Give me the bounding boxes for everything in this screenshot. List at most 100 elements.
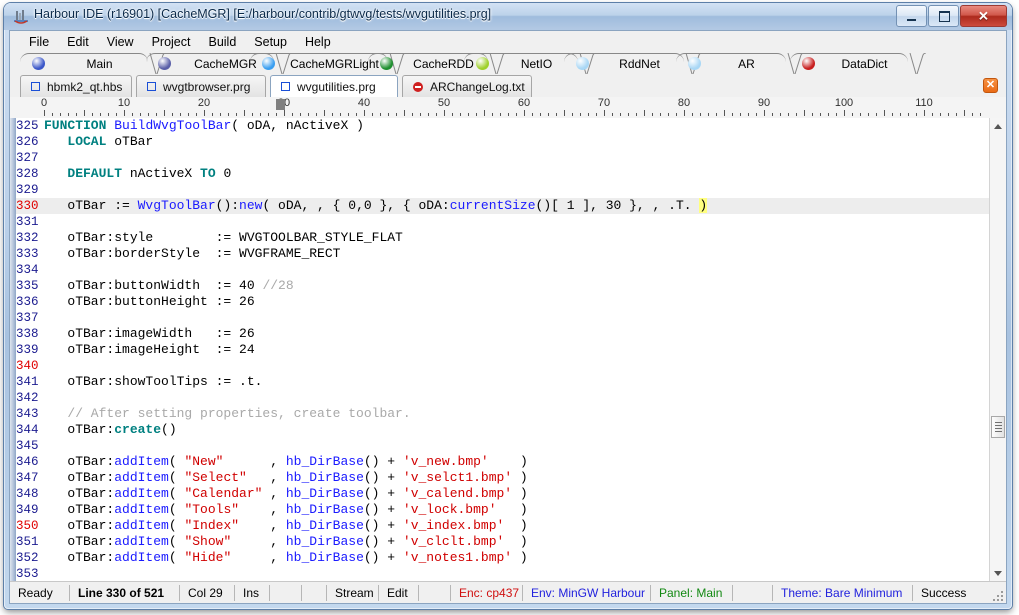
code-line[interactable]: 348 oTBar:addItem( "Calendar" , hb_DirBa… (16, 486, 990, 502)
scrollbar-thumb[interactable] (991, 416, 1005, 439)
code-line[interactable]: 332 oTBar:style := WVGTOOLBAR_STYLE_FLAT (16, 230, 990, 246)
project-tab-cachemgr[interactable]: CacheMGR (158, 53, 276, 74)
code-line-text: oTBar:addItem( "Calendar" , hb_DirBase()… (44, 486, 528, 501)
scroll-down-button[interactable] (990, 565, 1006, 581)
ruler-tick (444, 110, 445, 116)
ruler-tick (348, 113, 349, 116)
ruler-label: 90 (757, 97, 771, 109)
line-number: 334 (16, 263, 39, 277)
line-number: 346 (16, 455, 39, 469)
code-line[interactable]: 352 oTBar:addItem( "Hide" , hb_DirBase()… (16, 550, 990, 566)
file-tab-wvgtbrowser-prg[interactable]: wvgtbrowser.prg (136, 75, 266, 97)
code-line-text: oTBar:style := WVGTOOLBAR_STYLE_FLAT (44, 230, 403, 245)
code-text-area[interactable]: 325 FUNCTION BuildWvgToolBar( oDA, nActiv… (16, 118, 990, 581)
project-status-bulb-icon (476, 57, 489, 70)
title-bar[interactable]: Harbour IDE (r16901) [CacheMGR] [E:/harb… (4, 3, 1012, 30)
code-line[interactable]: 344 oTBar:create() (16, 422, 990, 438)
project-tab-netio[interactable]: NetIO (476, 53, 580, 74)
code-line[interactable]: 326 LOCAL oTBar (16, 134, 990, 150)
ruler-tick (460, 113, 461, 116)
project-tab-datadict[interactable]: DataDict (802, 53, 910, 74)
code-line[interactable]: 351 oTBar:addItem( "Show" , hb_DirBase()… (16, 534, 990, 550)
menu-item-help[interactable]: Help (296, 33, 340, 51)
code-line[interactable]: 342 (16, 390, 990, 406)
scroll-up-button[interactable] (990, 118, 1006, 134)
code-line[interactable]: 325 FUNCTION BuildWvgToolBar( oDA, nActiv… (16, 118, 990, 134)
line-number: 330 (16, 199, 39, 213)
code-line[interactable]: 327 (16, 150, 990, 166)
project-tab-rddnet[interactable]: RddNet (576, 53, 686, 74)
code-line[interactable]: 347 oTBar:addItem( "Select" , hb_DirBase… (16, 470, 990, 486)
file-tab-hbmk2-qt-hbs[interactable]: hbmk2_qt.hbs (20, 75, 132, 97)
code-line[interactable]: 349 oTBar:addItem( "Tools" , hb_DirBase(… (16, 502, 990, 518)
code-line[interactable]: 346 oTBar:addItem( "New" , hb_DirBase() … (16, 454, 990, 470)
ruler-tick (724, 110, 725, 116)
maximize-button[interactable] (928, 5, 959, 27)
code-line[interactable]: 330 oTBar := WvgToolBar():new( oDA, , { … (16, 198, 990, 214)
ruler-tick (620, 113, 621, 116)
line-number: 328 (16, 167, 39, 181)
line-number: 331 (16, 215, 39, 229)
code-line-text: oTBar:showToolTips := .t. (44, 374, 263, 389)
file-tab-wvgutilities-prg[interactable]: wvgutilities.prg (270, 75, 398, 97)
ruler-tick (220, 113, 221, 116)
status-col-29: Col 29 (180, 584, 235, 601)
menu-item-file[interactable]: File (20, 33, 58, 51)
project-tab-cacherdd[interactable]: CacheRDD (380, 53, 490, 74)
ruler-tick (564, 110, 565, 116)
code-line[interactable]: 341 oTBar:showToolTips := .t. (16, 374, 990, 390)
line-number: 343 (16, 407, 39, 421)
code-line[interactable]: 337 (16, 310, 990, 326)
code-line[interactable]: 338 oTBar:imageWidth := 26 (16, 326, 990, 342)
code-line[interactable]: 333 oTBar:borderStyle := WVGFRAME_RECT (16, 246, 990, 262)
status-spacer (302, 584, 327, 601)
menu-item-view[interactable]: View (98, 33, 143, 51)
project-tab-label: CacheMGR (194, 56, 257, 71)
resize-grip-icon[interactable] (991, 589, 1003, 601)
ruler-tick (836, 113, 837, 116)
status-spacer (419, 584, 451, 601)
vertical-scrollbar[interactable] (989, 118, 1006, 581)
menu-item-edit[interactable]: Edit (58, 33, 98, 51)
project-status-bulb-icon (262, 57, 275, 70)
ruler-tick (756, 113, 757, 116)
code-line[interactable]: 336 oTBar:buttonHeight := 26 (16, 294, 990, 310)
code-line[interactable]: 339 oTBar:imageHeight := 24 (16, 342, 990, 358)
menu-item-build[interactable]: Build (199, 33, 245, 51)
ruler-tick (828, 113, 829, 116)
code-line[interactable]: 350 oTBar:addItem( "Index" , hb_DirBase(… (16, 518, 990, 534)
ruler-tick (476, 113, 477, 116)
project-status-bulb-icon (576, 57, 589, 70)
line-number: 337 (16, 311, 39, 325)
code-editor[interactable]: 325 FUNCTION BuildWvgToolBar( oDA, nActiv… (10, 118, 1006, 581)
ruler-tick (916, 113, 917, 116)
code-line[interactable]: 345 (16, 438, 990, 454)
code-line[interactable]: 328 DEFAULT nActiveX TO 0 (16, 166, 990, 182)
code-line[interactable]: 335 oTBar:buttonWidth := 40 //28 (16, 278, 990, 294)
code-line[interactable]: 331 (16, 214, 990, 230)
code-line[interactable]: 329 (16, 182, 990, 198)
menu-item-project[interactable]: Project (143, 33, 200, 51)
code-line[interactable]: 353 (16, 566, 990, 581)
code-line-text: oTBar:addItem( "Show" , hb_DirBase() + '… (44, 534, 528, 549)
menu-item-setup[interactable]: Setup (245, 33, 296, 51)
code-line[interactable]: 334 (16, 262, 990, 278)
code-line[interactable]: 343 // After setting properties, create … (16, 406, 990, 422)
close-file-button[interactable]: ✕ (983, 78, 998, 93)
ruler-tick (644, 110, 645, 116)
ruler-tick (524, 110, 525, 116)
minimize-button[interactable] (896, 5, 927, 27)
status-spacer (270, 584, 302, 601)
file-tab-archangelog-txt[interactable]: ARChangeLog.txt (402, 75, 532, 97)
project-tab-main[interactable]: Main (32, 53, 150, 74)
status-stream: Stream (327, 584, 379, 601)
code-line[interactable]: 340 (16, 358, 990, 374)
close-window-button[interactable]: ✕ (960, 5, 1007, 27)
ruler-tick (660, 113, 661, 116)
window-controls: ✕ (895, 5, 1007, 27)
ruler-tick (116, 113, 117, 116)
code-line-text: oTBar:borderStyle := WVGFRAME_RECT (44, 246, 341, 261)
project-tab-ar[interactable]: AR (688, 53, 788, 74)
ruler-label: 110 (915, 97, 933, 109)
project-tab-cachemgrlight[interactable]: CacheMGRLight (262, 53, 390, 74)
